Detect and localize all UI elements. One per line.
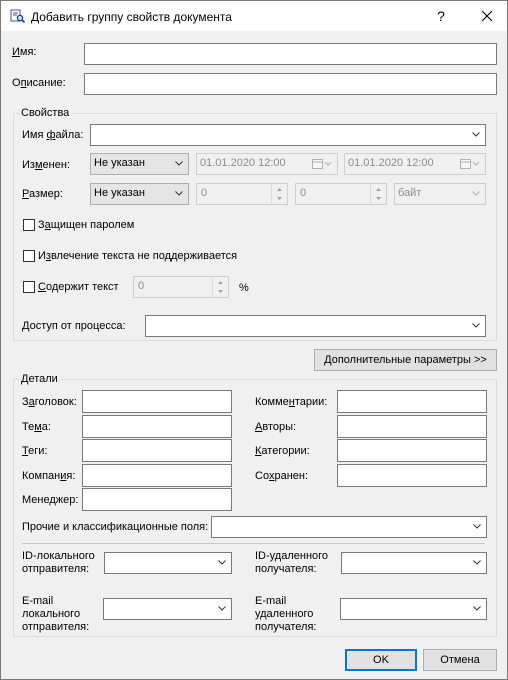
advanced-parameters-button[interactable]: Дополнительные параметры >> xyxy=(314,349,497,371)
remote-recipient-id-combo[interactable] xyxy=(341,552,487,574)
details-group-title: Детали xyxy=(19,373,60,385)
chevron-down-icon xyxy=(472,323,480,328)
modified-to-datetime[interactable]: 01.01.2020 12:00 xyxy=(344,153,486,175)
chevron-down-icon xyxy=(175,191,183,196)
contains-text-label: Содержит текст xyxy=(38,281,119,293)
manager-label: Менеджер: xyxy=(22,494,79,506)
size-to-spinner[interactable]: 0 xyxy=(295,183,387,205)
spin-up-down-icon xyxy=(218,281,223,293)
dialog-window: Добавить группу свойств документа ? Имя:… xyxy=(0,0,508,680)
password-protected-checkbox[interactable] xyxy=(23,219,35,231)
modified-from-datetime[interactable]: 01.01.2020 12:00 xyxy=(196,153,338,175)
categories-label: Категории: xyxy=(255,445,310,457)
modified-mode-select[interactable]: Не указан xyxy=(90,153,189,175)
remote-recipient-id-label: ID-удаленного получателя: xyxy=(255,550,329,575)
comments-label: Комментарии: xyxy=(255,396,328,408)
close-icon xyxy=(481,10,493,22)
remote-recipient-email-label: E-mail удаленного получателя: xyxy=(255,595,317,633)
process-access-combo[interactable] xyxy=(145,315,486,337)
local-sender-id-label: ID-локального отправителя: xyxy=(22,550,95,575)
remote-recipient-email-combo[interactable] xyxy=(340,598,487,620)
contains-text-checkbox[interactable] xyxy=(23,281,35,293)
manager-input[interactable] xyxy=(82,488,232,511)
chevron-down-icon xyxy=(473,560,481,565)
close-button[interactable] xyxy=(475,4,499,28)
extraction-unsupported-checkbox[interactable] xyxy=(23,250,35,262)
size-unit-select[interactable]: байт xyxy=(394,183,486,205)
title-bar: Добавить группу свойств документа ? xyxy=(1,1,507,31)
saved-label: Сохранен: xyxy=(255,470,309,482)
authors-input[interactable] xyxy=(337,415,487,438)
saved-input[interactable] xyxy=(337,464,487,487)
local-sender-id-combo[interactable] xyxy=(104,552,232,574)
categories-input[interactable] xyxy=(337,439,487,462)
local-sender-email-label: E-mail локального отправителя: xyxy=(22,595,90,633)
cancel-button[interactable]: Отмена xyxy=(423,649,497,671)
chevron-down-icon xyxy=(218,606,226,611)
chevron-down-icon xyxy=(473,606,481,611)
company-input[interactable] xyxy=(82,464,232,487)
name-input[interactable] xyxy=(84,43,497,65)
tags-label: Теги: xyxy=(22,445,48,457)
chevron-down-icon xyxy=(175,161,183,166)
process-access-label: Доступ от процесса: xyxy=(22,320,126,332)
details-separator xyxy=(22,543,485,544)
help-button[interactable]: ? xyxy=(429,4,453,28)
document-search-icon xyxy=(10,9,25,23)
comments-input[interactable] xyxy=(337,390,487,413)
tags-input[interactable] xyxy=(82,439,232,462)
spin-up-down-icon xyxy=(376,188,381,200)
description-label: Описание: xyxy=(12,77,66,89)
calendar-icon xyxy=(312,159,332,169)
size-mode-select[interactable]: Не указан xyxy=(90,183,189,205)
filename-label: Имя файла: xyxy=(22,129,84,141)
extraction-unsupported-label: Извлечение текста не поддерживается xyxy=(38,250,238,262)
chevron-down-icon xyxy=(473,524,481,529)
other-fields-combo[interactable] xyxy=(211,516,487,538)
ok-button[interactable]: OK xyxy=(345,649,417,671)
other-fields-label: Прочие и классификационные поля: xyxy=(22,521,209,533)
calendar-icon xyxy=(460,159,480,169)
company-label: Компания: xyxy=(22,470,76,482)
title-label: Заголовок: xyxy=(22,396,77,408)
window-title: Добавить группу свойств документа xyxy=(31,10,232,24)
filename-combo[interactable] xyxy=(90,124,486,146)
password-protected-label: Защищен паролем xyxy=(38,219,135,231)
authors-label: Авторы: xyxy=(255,421,297,433)
size-label: Размер: xyxy=(22,188,63,200)
name-label: Имя: xyxy=(12,46,37,58)
subject-input[interactable] xyxy=(82,415,232,438)
chevron-down-icon xyxy=(472,191,480,196)
size-from-spinner[interactable]: 0 xyxy=(196,183,288,205)
modified-label: Изменен: xyxy=(22,159,70,171)
percent-unit-label: % xyxy=(239,282,249,294)
subject-label: Тема: xyxy=(22,421,51,433)
title-input[interactable] xyxy=(82,390,232,413)
description-input[interactable] xyxy=(84,73,497,95)
local-sender-email-combo[interactable] xyxy=(103,598,232,620)
properties-group-title: Свойства xyxy=(19,107,72,119)
chevron-down-icon xyxy=(218,560,226,565)
contains-text-percent-spinner[interactable]: 0 xyxy=(133,276,229,298)
spin-up-down-icon xyxy=(277,188,282,200)
chevron-down-icon xyxy=(472,132,480,137)
